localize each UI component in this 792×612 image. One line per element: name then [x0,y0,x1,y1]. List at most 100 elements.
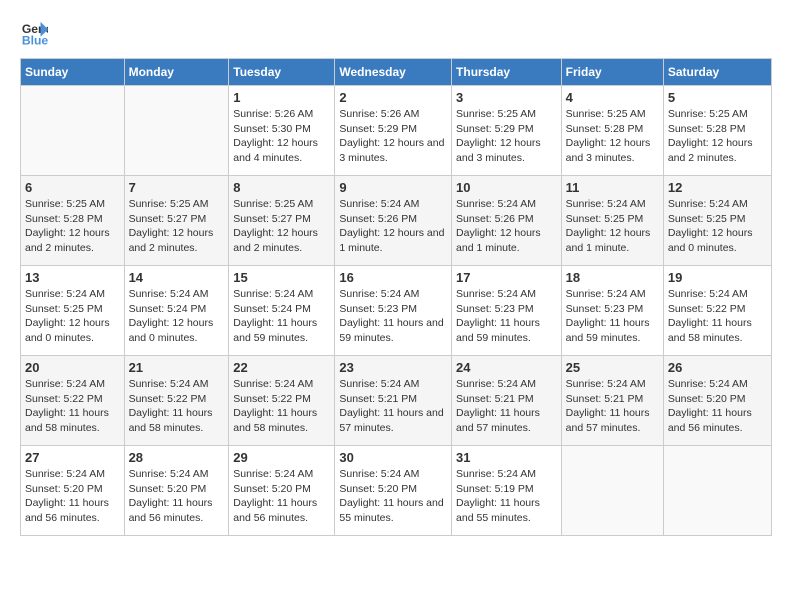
calendar-cell: 4 Sunrise: 5:25 AM Sunset: 5:28 PM Daylig… [561,86,663,176]
day-info: Sunrise: 5:24 AM Sunset: 5:20 PM Dayligh… [25,467,120,526]
calendar-cell: 17Sunrise: 5:24 AM Sunset: 5:23 PM Dayli… [452,266,562,356]
calendar-cell: 26 Sunrise: 5:24 AM Sunset: 5:20 PM Dayli… [663,356,771,446]
calendar-cell: 9 Sunrise: 5:24 AM Sunset: 5:26 PM Daylig… [335,176,452,266]
weekday-header-thursday: Thursday [452,59,562,86]
day-number: 15 [233,270,330,285]
svg-text:Blue: Blue [22,33,48,47]
calendar-cell: 18 Sunrise: 5:24 AM Sunset: 5:23 PM Dayli… [561,266,663,356]
page-header: General Blue [20,20,772,48]
day-number: 23 [339,360,447,375]
calendar-cell: 7 Sunrise: 5:25 AM Sunset: 5:27 PM Daylig… [124,176,229,266]
day-number: 22 [233,360,330,375]
day-info: Sunrise: 5:24 AM Sunset: 5:23 PM Dayligh… [566,287,659,346]
calendar-cell: 1 Sunrise: 5:26 AM Sunset: 5:30 PM Daylig… [229,86,335,176]
calendar-cell: 19 Sunrise: 5:24 AM Sunset: 5:22 PM Dayli… [663,266,771,356]
day-number: 12 [668,180,767,195]
calendar-cell: 6 Sunrise: 5:25 AM Sunset: 5:28 PM Daylig… [21,176,125,266]
calendar-cell: 11 Sunrise: 5:24 AM Sunset: 5:25 PM Dayli… [561,176,663,266]
calendar-header: SundayMondayTuesdayWednesdayThursdayFrid… [21,59,772,86]
calendar-cell: 13 Sunrise: 5:24 AM Sunset: 5:25 PM Dayli… [21,266,125,356]
day-number: 18 [566,270,659,285]
weekday-header-saturday: Saturday [663,59,771,86]
calendar-cell [561,446,663,536]
day-info: Sunrise: 5:24 AM Sunset: 5:19 PM Dayligh… [456,467,557,526]
day-info: Sunrise: 5:25 AM Sunset: 5:28 PM Dayligh… [566,107,659,166]
day-number: 19 [668,270,767,285]
calendar-cell: 24Sunrise: 5:24 AM Sunset: 5:21 PM Dayli… [452,356,562,446]
day-number: 3 [456,90,557,105]
day-number: 29 [233,450,330,465]
day-number: 16 [339,270,447,285]
day-info: Sunrise: 5:25 AM Sunset: 5:27 PM Dayligh… [129,197,225,256]
day-info: Sunrise: 5:24 AM Sunset: 5:20 PM Dayligh… [339,467,447,526]
day-number: 21 [129,360,225,375]
day-info: Sunrise: 5:24 AM Sunset: 5:20 PM Dayligh… [233,467,330,526]
calendar-week-5: 27 Sunrise: 5:24 AM Sunset: 5:20 PM Dayli… [21,446,772,536]
day-number: 4 [566,90,659,105]
logo-icon: General Blue [20,20,48,48]
calendar-week-4: 20 Sunrise: 5:24 AM Sunset: 5:22 PM Dayli… [21,356,772,446]
day-number: 17 [456,270,557,285]
weekday-header-monday: Monday [124,59,229,86]
calendar-week-1: 1 Sunrise: 5:26 AM Sunset: 5:30 PM Daylig… [21,86,772,176]
calendar-cell: 2 Sunrise: 5:26 AM Sunset: 5:29 PM Daylig… [335,86,452,176]
day-number: 13 [25,270,120,285]
day-info: Sunrise: 5:24 AM Sunset: 5:20 PM Dayligh… [668,377,767,436]
day-info: Sunrise: 5:24 AM Sunset: 5:20 PM Dayligh… [129,467,225,526]
day-info: Sunrise: 5:25 AM Sunset: 5:28 PM Dayligh… [25,197,120,256]
day-info: Sunrise: 5:26 AM Sunset: 5:30 PM Dayligh… [233,107,330,166]
day-info: Sunrise: 5:24 AM Sunset: 5:23 PM Dayligh… [339,287,447,346]
day-number: 11 [566,180,659,195]
day-number: 26 [668,360,767,375]
day-number: 2 [339,90,447,105]
day-info: Sunrise: 5:24 AM Sunset: 5:24 PM Dayligh… [129,287,225,346]
calendar-cell: 12 Sunrise: 5:24 AM Sunset: 5:25 PM Dayli… [663,176,771,266]
day-number: 9 [339,180,447,195]
calendar-cell: 3 Sunrise: 5:25 AM Sunset: 5:29 PM Daylig… [452,86,562,176]
weekday-header-wednesday: Wednesday [335,59,452,86]
day-number: 10 [456,180,557,195]
calendar-cell [663,446,771,536]
day-info: Sunrise: 5:24 AM Sunset: 5:25 PM Dayligh… [566,197,659,256]
calendar-cell: 25 Sunrise: 5:24 AM Sunset: 5:21 PM Dayli… [561,356,663,446]
day-info: Sunrise: 5:24 AM Sunset: 5:26 PM Dayligh… [339,197,447,256]
day-number: 30 [339,450,447,465]
calendar-cell: 8Sunrise: 5:25 AM Sunset: 5:27 PM Daylig… [229,176,335,266]
day-info: Sunrise: 5:24 AM Sunset: 5:21 PM Dayligh… [339,377,447,436]
day-number: 7 [129,180,225,195]
calendar-cell: 27 Sunrise: 5:24 AM Sunset: 5:20 PM Dayli… [21,446,125,536]
day-number: 1 [233,90,330,105]
calendar-week-2: 6 Sunrise: 5:25 AM Sunset: 5:28 PM Daylig… [21,176,772,266]
calendar-cell [124,86,229,176]
weekday-header-friday: Friday [561,59,663,86]
calendar-cell: 29 Sunrise: 5:24 AM Sunset: 5:20 PM Dayli… [229,446,335,536]
header-row: SundayMondayTuesdayWednesdayThursdayFrid… [21,59,772,86]
day-info: Sunrise: 5:24 AM Sunset: 5:25 PM Dayligh… [25,287,120,346]
day-info: Sunrise: 5:24 AM Sunset: 5:25 PM Dayligh… [668,197,767,256]
calendar-cell [21,86,125,176]
calendar-cell: 15 Sunrise: 5:24 AM Sunset: 5:24 PM Dayli… [229,266,335,356]
day-info: Sunrise: 5:25 AM Sunset: 5:28 PM Dayligh… [668,107,767,166]
day-info: Sunrise: 5:24 AM Sunset: 5:22 PM Dayligh… [25,377,120,436]
calendar-cell: 22Sunrise: 5:24 AM Sunset: 5:22 PM Dayli… [229,356,335,446]
calendar-cell: 28 Sunrise: 5:24 AM Sunset: 5:20 PM Dayli… [124,446,229,536]
day-info: Sunrise: 5:26 AM Sunset: 5:29 PM Dayligh… [339,107,447,166]
day-info: Sunrise: 5:24 AM Sunset: 5:24 PM Dayligh… [233,287,330,346]
day-number: 28 [129,450,225,465]
calendar-cell: 23 Sunrise: 5:24 AM Sunset: 5:21 PM Dayli… [335,356,452,446]
day-info: Sunrise: 5:24 AM Sunset: 5:22 PM Dayligh… [668,287,767,346]
day-info: Sunrise: 5:24 AM Sunset: 5:21 PM Dayligh… [456,377,557,436]
calendar-cell: 10 Sunrise: 5:24 AM Sunset: 5:26 PM Dayli… [452,176,562,266]
day-number: 14 [129,270,225,285]
day-info: Sunrise: 5:24 AM Sunset: 5:26 PM Dayligh… [456,197,557,256]
day-info: Sunrise: 5:24 AM Sunset: 5:21 PM Dayligh… [566,377,659,436]
weekday-header-tuesday: Tuesday [229,59,335,86]
day-number: 6 [25,180,120,195]
day-number: 20 [25,360,120,375]
day-number: 27 [25,450,120,465]
calendar-week-3: 13 Sunrise: 5:24 AM Sunset: 5:25 PM Dayli… [21,266,772,356]
day-info: Sunrise: 5:25 AM Sunset: 5:29 PM Dayligh… [456,107,557,166]
day-number: 25 [566,360,659,375]
logo: General Blue [20,20,56,48]
day-info: Sunrise: 5:25 AM Sunset: 5:27 PM Dayligh… [233,197,330,256]
